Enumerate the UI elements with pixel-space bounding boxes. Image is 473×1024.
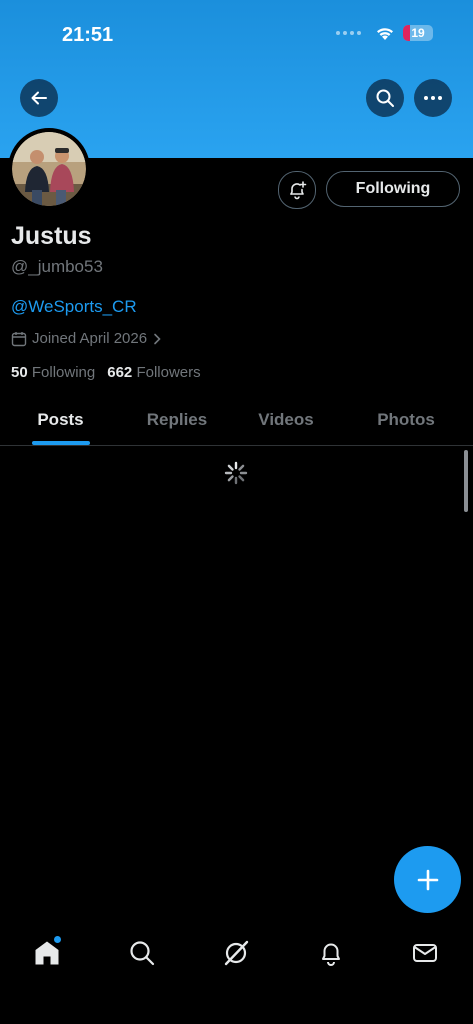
avatar-photo: [12, 132, 86, 206]
chevron-right-icon: [154, 333, 161, 344]
unread-dot: [54, 936, 61, 943]
search-button[interactable]: [366, 79, 404, 117]
search-icon: [376, 89, 394, 107]
plus-icon: [417, 869, 438, 890]
tab-photos[interactable]: Photos: [364, 396, 448, 444]
loading-spinner-icon: [224, 461, 248, 485]
tab-videos[interactable]: Videos: [245, 396, 327, 444]
signal-icon: [336, 31, 361, 35]
back-button[interactable]: [20, 79, 58, 117]
nav-home[interactable]: [29, 935, 65, 971]
bell-icon: [322, 943, 340, 966]
following-button[interactable]: Following: [326, 171, 460, 207]
battery-icon: 19: [403, 25, 433, 41]
followers-stat[interactable]: 662 Followers: [107, 364, 200, 381]
home-icon: [35, 941, 59, 965]
scrollbar[interactable]: [464, 450, 468, 512]
following-label: Following: [31, 364, 96, 381]
avatar[interactable]: [8, 128, 90, 210]
wifi-icon: [377, 27, 393, 40]
profile-tabs: Posts Replies Videos Photos: [0, 396, 473, 446]
notify-button[interactable]: [278, 171, 316, 209]
calendar-icon: [11, 331, 27, 346]
following-count: 50: [11, 364, 28, 381]
nav-grok[interactable]: [218, 935, 254, 971]
profile-stats: 50 Following 662 Followers: [11, 364, 201, 381]
compose-button[interactable]: [394, 846, 461, 913]
tab-replies[interactable]: Replies: [132, 396, 222, 444]
grok-icon: [224, 940, 249, 966]
followers-label: Followers: [136, 364, 201, 381]
bio-mention-link[interactable]: @WeSports_CR: [11, 297, 137, 317]
search-icon: [130, 941, 155, 966]
tab-posts[interactable]: Posts: [18, 396, 103, 444]
mail-icon: [413, 944, 437, 962]
status-time: 21:51: [62, 24, 114, 46]
joined-date[interactable]: Joined April 2026: [11, 330, 162, 347]
profile-name: Justus: [11, 222, 92, 250]
status-icons: 19: [336, 25, 433, 41]
profile-handle: @_jumbo53: [11, 257, 103, 276]
more-button[interactable]: [414, 79, 452, 117]
tab-active-indicator: [32, 441, 90, 445]
nav-notifications[interactable]: [313, 935, 349, 971]
bell-plus-icon: [290, 181, 307, 200]
nav-search[interactable]: [124, 935, 160, 971]
battery-level: 19: [411, 26, 425, 40]
followers-count: 662: [107, 364, 133, 381]
more-horizontal-icon: [424, 96, 442, 100]
joined-text: Joined April 2026: [32, 330, 148, 347]
nav-messages[interactable]: [407, 935, 443, 971]
following-stat[interactable]: 50 Following: [11, 364, 95, 381]
arrow-left-icon: [31, 91, 47, 105]
bottom-nav: [0, 925, 473, 981]
